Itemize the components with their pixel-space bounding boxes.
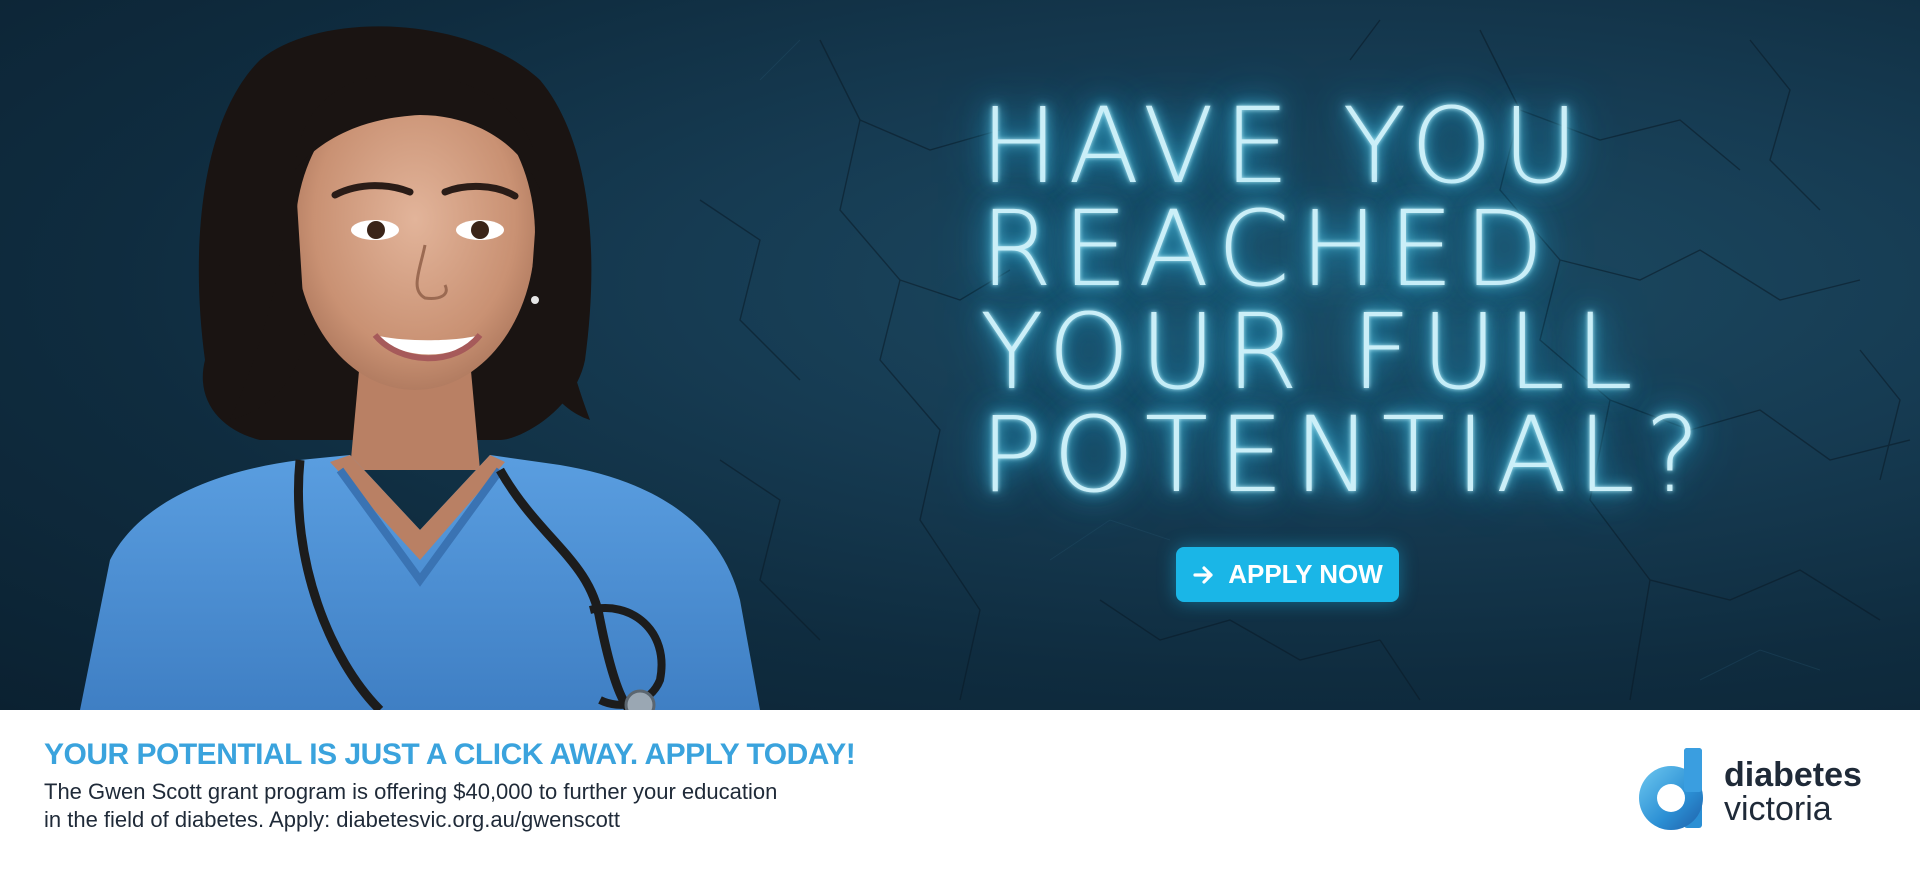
logo-line-1: diabetes [1724, 756, 1862, 794]
neon-line-4: POTENTIAL? [980, 394, 1711, 516]
diabetes-victoria-logo[interactable]: diabetes victoria [1638, 746, 1878, 836]
diabetes-victoria-logo-icon [1639, 748, 1703, 830]
footer-body-line-2: in the field of diabetes. Apply: diabete… [44, 807, 621, 832]
apply-now-label: APPLY NOW [1228, 559, 1383, 589]
neon-line-3: YOUR FULL [980, 291, 1643, 413]
neon-headline: HAVE YOU REACHED YOUR FULL POTENTIAL? [980, 85, 1711, 516]
logo-wordmark: diabetes victoria [1724, 758, 1862, 826]
footer-body-line-1: The Gwen Scott grant program is offering… [44, 779, 778, 804]
neon-line-2: REACHED [980, 188, 1554, 310]
arrow-right-icon [1193, 565, 1213, 584]
neon-line-1: HAVE YOU [980, 85, 1589, 207]
nurse-photo [80, 26, 760, 710]
logo-line-2: victoria [1724, 790, 1832, 828]
footer-info: YOUR POTENTIAL IS JUST A CLICK AWAY. APP… [0, 710, 1920, 880]
hero-banner: HAVE YOU REACHED YOUR FULL POTENTIAL? AP… [0, 0, 1920, 710]
footer-headline: YOUR POTENTIAL IS JUST A CLICK AWAY. APP… [44, 738, 856, 771]
footer-body: The Gwen Scott grant program is offering… [44, 778, 844, 834]
apply-now-button[interactable]: APPLY NOW [1176, 547, 1399, 602]
